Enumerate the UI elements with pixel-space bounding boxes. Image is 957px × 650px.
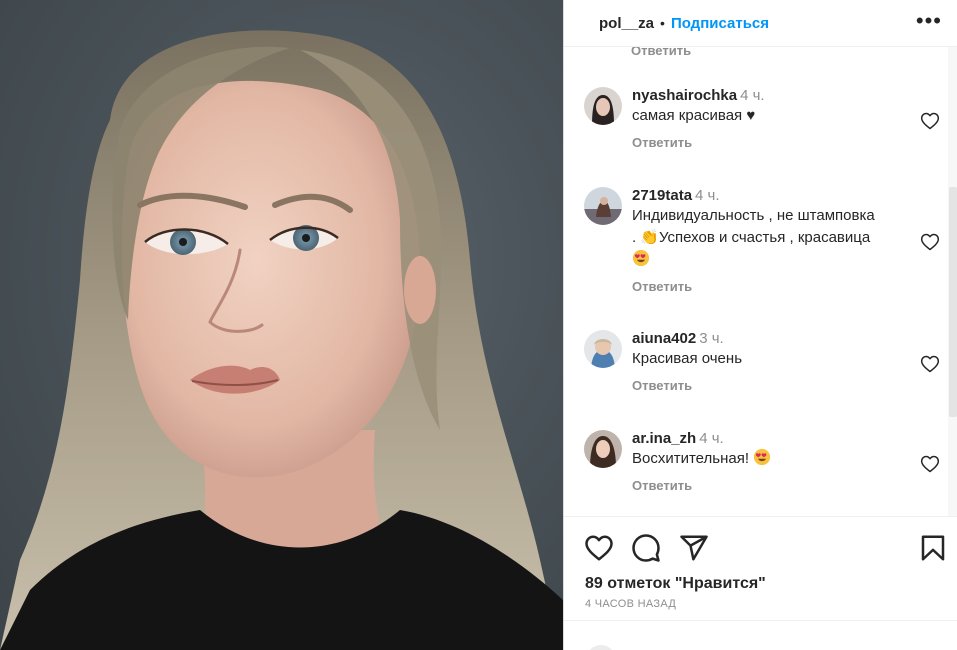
comment-body: aiuna402 3 ч. Красивая очень Ответить <box>632 330 902 395</box>
avatar-image <box>584 87 622 125</box>
reply-button[interactable]: Ответить <box>631 47 691 58</box>
post-header: pol__za • Подписаться ••• <box>564 0 957 47</box>
post-side-panel: pol__za • Подписаться ••• Ответить nyash… <box>563 0 957 650</box>
avatar[interactable] <box>584 330 622 368</box>
follow-button[interactable]: Подписаться <box>671 15 769 32</box>
likes-count[interactable]: 89 отметок "Нравится" <box>585 575 766 593</box>
comment-text-row: Восхитительная! <box>632 448 902 470</box>
comment-username[interactable]: 2719tata <box>632 187 692 204</box>
reply-button[interactable]: Ответить <box>632 378 692 393</box>
comments-scrollbar[interactable] <box>948 47 957 516</box>
heart-icon[interactable] <box>920 111 940 131</box>
scrollbar-thumb[interactable] <box>949 187 957 417</box>
header-separator: • <box>660 15 665 31</box>
author-username[interactable]: pol__za <box>599 15 654 32</box>
comment-time[interactable]: 4 ч. <box>740 87 765 104</box>
comments-list[interactable]: Ответить nyashairochka 4 ч. самая красива… <box>564 47 957 517</box>
comment-text-line-2: . 👏Успехов и счастья , красавица <box>632 229 871 246</box>
reply-button[interactable]: Ответить <box>632 279 692 294</box>
comment-username[interactable]: ar.ina_zh <box>632 430 696 447</box>
avatar-image <box>584 430 622 468</box>
comment-username[interactable]: nyashairochka <box>632 87 737 104</box>
heart-eyes-emoji-icon <box>632 249 650 267</box>
comment-emoji-row <box>632 249 902 271</box>
bookmark-icon[interactable] <box>918 533 948 563</box>
comment-body: nyashairochka 4 ч. самая красивая ♥ Ответ… <box>632 87 902 152</box>
portrait-illustration <box>0 30 563 650</box>
paper-plane-icon[interactable] <box>679 533 709 563</box>
comment-time[interactable]: 4 ч. <box>695 187 720 204</box>
comment-body: 2719tata 4 ч. Индивидуальность , не штамп… <box>632 187 902 296</box>
comment-username[interactable]: aiuna402 <box>632 330 696 347</box>
heart-icon[interactable] <box>584 533 614 563</box>
reply-button[interactable]: Ответить <box>632 135 692 150</box>
reply-button[interactable]: Ответить <box>632 478 692 493</box>
heart-eyes-emoji-icon <box>754 448 771 466</box>
post-photo[interactable] <box>0 0 563 650</box>
emoji-picker-icon[interactable] <box>586 645 616 650</box>
avatar[interactable] <box>584 430 622 468</box>
comment-text: Восхитительная! <box>632 450 750 467</box>
avatar[interactable] <box>584 87 622 125</box>
comment-icon[interactable] <box>631 533 661 563</box>
more-options-icon[interactable]: ••• <box>916 8 942 34</box>
post-actions-bar <box>584 533 948 563</box>
heart-icon[interactable] <box>920 454 940 474</box>
avatar-image <box>584 330 622 368</box>
post-time-ago[interactable]: 4 ЧАСОВ НАЗАД <box>585 598 676 610</box>
avatar-image <box>584 187 622 225</box>
comment-time[interactable]: 4 ч. <box>699 430 724 447</box>
divider <box>564 620 957 621</box>
heart-icon[interactable] <box>920 354 940 374</box>
avatar[interactable] <box>584 187 622 225</box>
comment-body: ar.ina_zh 4 ч. Восхитительная! Ответить <box>632 430 902 495</box>
heart-icon[interactable] <box>920 232 940 252</box>
comment-text: самая красивая ♥ <box>632 107 756 124</box>
comment-text-line-1: Индивидуальность , не штамповка <box>632 207 875 224</box>
comment-time[interactable]: 3 ч. <box>699 330 724 347</box>
comment-text: Красивая очень <box>632 350 743 367</box>
